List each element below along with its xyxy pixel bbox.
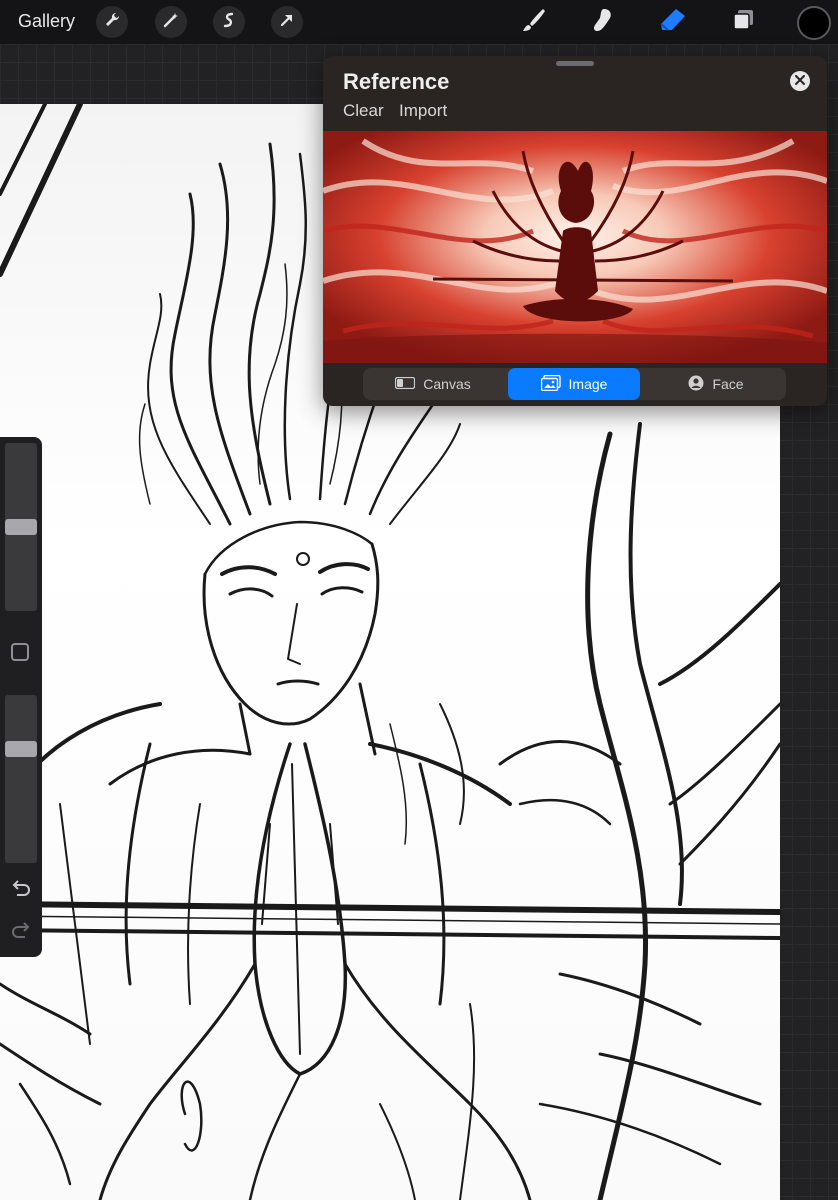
reference-title: Reference [343, 69, 450, 94]
brush-size-slider[interactable] [5, 443, 37, 611]
panel-drag-handle[interactable] [556, 61, 594, 66]
redo-button[interactable] [10, 921, 32, 943]
tab-canvas[interactable]: Canvas [363, 368, 503, 400]
transform-arrow-icon [278, 11, 296, 34]
image-icon [540, 374, 561, 394]
smudge-tool[interactable] [587, 6, 619, 38]
opacity-slider[interactable] [5, 695, 37, 863]
tab-canvas-label: Canvas [423, 376, 471, 392]
actions-button[interactable] [96, 6, 128, 38]
import-button[interactable]: Import [399, 101, 447, 121]
color-picker-button[interactable] [797, 6, 831, 40]
left-sidebar [0, 437, 42, 957]
canvas-icon [395, 376, 416, 392]
tab-image[interactable]: Image [508, 368, 640, 400]
eraser-tool[interactable] [657, 6, 689, 38]
close-icon [795, 72, 805, 90]
layers-button[interactable] [727, 6, 759, 38]
adjustments-button[interactable] [155, 6, 187, 38]
brush-size-thumb[interactable] [5, 519, 37, 535]
wrench-icon [103, 11, 121, 34]
tab-face-label: Face [712, 376, 744, 392]
opacity-thumb[interactable] [5, 741, 37, 757]
top-toolbar: Gallery [0, 0, 838, 44]
redo-icon [11, 921, 31, 944]
reference-image[interactable] [323, 131, 827, 363]
reference-artwork [323, 131, 827, 363]
selection-button[interactable] [213, 6, 245, 38]
transform-button[interactable] [271, 6, 303, 38]
smudge-icon [589, 6, 617, 39]
magic-wand-icon [162, 11, 180, 34]
eraser-icon [658, 6, 688, 39]
modify-button[interactable] [11, 643, 29, 661]
selection-icon [220, 11, 238, 34]
layers-icon [730, 7, 756, 38]
tab-face[interactable]: Face [646, 368, 786, 400]
brush-tool[interactable] [518, 6, 550, 38]
brush-icon [520, 6, 548, 39]
clear-button[interactable]: Clear [343, 101, 384, 121]
gallery-button[interactable]: Gallery [18, 11, 75, 32]
close-button[interactable] [790, 71, 810, 91]
reference-panel: Reference Clear Import Canvas Image Face [323, 56, 827, 406]
undo-icon [11, 879, 31, 902]
undo-button[interactable] [10, 879, 32, 901]
reference-mode-selector: Canvas Image Face [363, 368, 786, 400]
tab-image-label: Image [568, 376, 608, 392]
face-icon [688, 375, 704, 394]
